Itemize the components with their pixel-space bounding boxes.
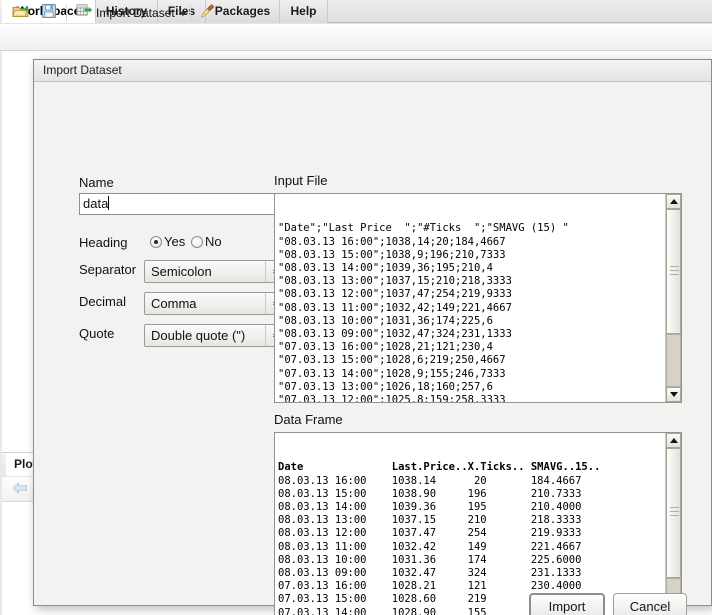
heading-yes-label: Yes [164,234,186,249]
save-workspace-button[interactable] [41,3,57,23]
separator-value: Semicolon [151,264,212,279]
input-file-line: "08.03.13 09:00";1032,47;324;231,1333 [278,328,512,341]
broom-icon [199,3,216,24]
input-file-line: "08.03.13 11:00";1032,42;149;221,4667 [278,301,512,314]
table-row: 08.03.13 14:00 1039.36 195 210.4000 [278,501,607,514]
name-label: Name [79,175,114,190]
tab-help-label: Help [290,4,317,18]
input-file-line: "07.03.13 16:00";1028,21;121;230,4 [278,341,493,354]
separator-label: Separator [79,262,137,277]
input-file-line: "08.03.13 13:00";1037,15;210;218,3333 [278,275,512,288]
input-file-line: "07.03.13 15:00";1028,6;219;250,4667 [278,354,506,367]
table-row: 08.03.13 15:00 1038.90 196 210.7333 [278,487,607,500]
dialog-title: Import Dataset [43,63,122,77]
screen: Workspace History Files Packages Help [0,0,712,615]
input-file-textarea[interactable]: "Date";"Last Price ";"#Ticks ";"SMAVG (1… [274,193,682,403]
input-file-line: "08.03.13 12:00";1037,47;254;219,9333 [278,288,512,301]
chevron-down-icon [178,12,187,16]
import-button-label: Import [548,598,586,614]
quote-value: Double quote (") [151,328,246,343]
input-file-line: "Date";"Last Price ";"#Ticks ";"SMAVG (1… [278,222,569,235]
input-file-label: Input File [274,173,328,188]
data-frame-header-row: Date Last.Price..X.Ticks.. SMAVG..15.. [278,461,607,474]
input-file-line: "07.03.13 14:00";1028,9;155;246,7333 [278,367,506,380]
decimal-value: Comma [151,296,197,311]
table-row: 08.03.13 16:00 1038.14 20 184.4667 [278,474,607,487]
data-frame-content: Date Last.Price..X.Ticks.. SMAVG..15.. 0… [278,435,663,615]
input-file-scroll-thumb[interactable] [666,209,681,334]
table-row: 08.03.13 10:00 1031.36 174 225.6000 [278,553,607,566]
input-file-line: "08.03.13 16:00";1038,14;20;184,4667 [278,235,506,248]
import-dataset-button[interactable]: Import Dataset [76,3,187,23]
import-dataset-dialog: Import Dataset Name data Heading Yes No … [33,59,712,615]
input-file-scroll-track[interactable] [666,334,681,387]
cancel-button-label: Cancel [629,598,671,614]
input-file-line: "07.03.13 12:00";1025,8;159;258,3333 [278,394,506,402]
table-row: 08.03.13 13:00 1037.15 210 218.3333 [278,514,607,527]
back-arrow-icon[interactable] [12,481,28,495]
table-row: 07.03.13 14:00 1028.90 155 246.7333 [278,606,607,615]
heading-label: Heading [79,235,128,250]
data-frame-scroll-up-button[interactable] [666,433,681,448]
dialog-title-bar: Import Dataset [34,60,711,82]
quote-select[interactable]: Double quote (") [144,324,289,347]
cancel-button[interactable]: Cancel [613,593,687,615]
input-file-line: "08.03.13 14:00";1039,36;195;210,4 [278,262,493,275]
decimal-select[interactable]: Comma [144,292,289,315]
import-dataset-label: Import Dataset [96,6,175,20]
input-file-content: "Date";"Last Price ";"#Ticks ";"SMAVG (1… [278,196,663,402]
save-disk-icon [41,3,57,24]
separator-select[interactable]: Semicolon [144,260,289,283]
name-input-value: data [83,196,109,211]
table-row: 07.03.13 16:00 1028.21 121 230.4000 [278,580,607,593]
heading-no-radio[interactable]: No [191,234,222,249]
input-file-line: "08.03.13 15:00";1038,9;196;210,7333 [278,248,506,261]
data-frame-table[interactable]: Date Last.Price..X.Ticks.. SMAVG..15.. 0… [274,432,682,615]
table-row: 08.03.13 11:00 1032.42 149 221.4667 [278,540,607,553]
tabstrip-filler [328,0,712,23]
open-workspace-button[interactable] [12,3,30,23]
input-file-scrollbar[interactable] [665,194,681,402]
radio-no-icon [191,235,203,248]
open-folder-icon [12,3,30,24]
tab-help[interactable]: Help [280,0,328,23]
text-cursor [108,196,110,210]
heading-no-label: No [205,234,222,249]
input-file-scroll-up-button[interactable] [666,194,681,209]
input-file-line: "07.03.13 13:00";1026,18;160;257,6 [278,380,493,393]
import-button[interactable]: Import [529,593,605,615]
radio-yes-icon [150,235,162,248]
tab-packages-label: Packages [214,4,271,18]
heading-yes-radio[interactable]: Yes [150,234,185,249]
quote-label: Quote [79,326,115,341]
table-row: 08.03.13 09:00 1032.47 324 231.1333 [278,567,607,580]
table-row: 07.03.13 15:00 1028.60 219 250.4667 [278,593,607,606]
input-file-line: "08.03.13 10:00";1031,36;174;225,6 [278,314,493,327]
table-row: 08.03.13 12:00 1037.47 254 219.9333 [278,527,607,540]
data-frame-label: Data Frame [274,412,343,427]
toolbar-separator-2 [190,5,191,21]
import-grid-icon [76,3,93,23]
input-file-scroll-down-button[interactable] [666,387,681,402]
dialog-body: Name data Heading Yes No Separator Semic… [34,83,711,615]
toolbar-separator-1 [66,5,67,21]
workspace-toolbar [0,24,712,51]
clear-workspace-button[interactable] [199,3,216,23]
decimal-label: Decimal [79,294,126,309]
data-frame-scrollbar[interactable] [665,433,681,615]
tab-packages[interactable]: Packages [206,0,280,23]
name-input[interactable]: data [79,193,295,215]
data-frame-scroll-thumb[interactable] [666,448,681,578]
